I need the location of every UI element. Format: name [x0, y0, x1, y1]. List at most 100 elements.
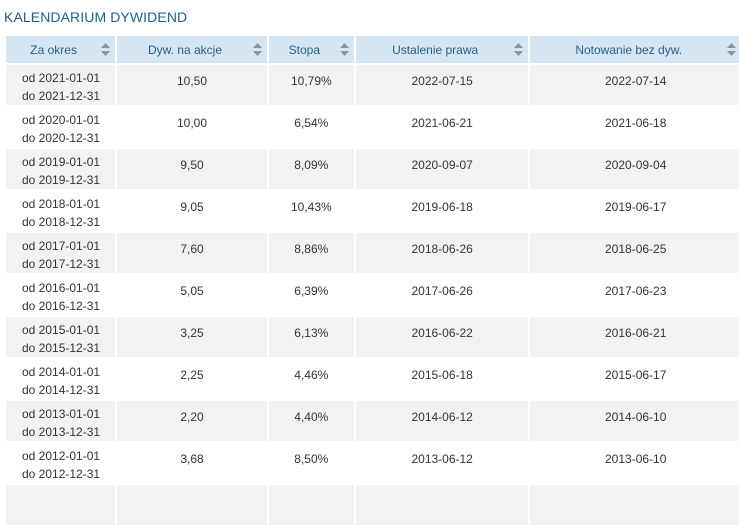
table-row: od 2013-01-01 do 2013-12-31 2,20 4,40% 20…	[6, 401, 739, 441]
column-header-label: Notowanie bez dyw.	[575, 42, 683, 57]
period-to: do 2012-12-31	[22, 467, 101, 481]
record-date-cell: 2020-09-07	[355, 149, 529, 189]
period-cell: od 2021-01-01 do 2021-12-31	[6, 65, 116, 105]
period-to: do 2017-12-31	[22, 257, 101, 271]
yield-value: 6,13%	[294, 326, 329, 340]
record-date-value: 2021-06-21	[411, 116, 473, 130]
column-header-period[interactable]: Za okres	[6, 36, 116, 63]
ex-date-cell: 2020-09-04	[530, 149, 739, 189]
record-date-cell: 2016-06-22	[355, 317, 529, 357]
period-to: do 2021-12-31	[22, 89, 101, 103]
ex-date-cell: 2013-06-10	[530, 443, 739, 483]
dividend-value: 10,50	[176, 74, 208, 88]
ex-date-cell: 2021-06-18	[530, 107, 739, 147]
page-title: KALENDARIUM DYWIDEND	[4, 9, 188, 25]
table-row: od 2021-01-01 do 2021-12-31 10,50 10,79% …	[6, 65, 739, 105]
period-to: do 2019-12-31	[22, 173, 101, 187]
yield-cell: 6,54%	[268, 107, 354, 147]
yield-value: 6,54%	[294, 116, 329, 130]
record-date-value: 2022-07-15	[411, 74, 473, 88]
column-header-label: Stopa	[288, 42, 320, 57]
yield-value: 8,86%	[294, 242, 329, 256]
column-header-yield[interactable]: Stopa	[268, 36, 354, 63]
table-row: od 2017-01-01 do 2017-12-31 7,60 8,86% 20…	[6, 233, 739, 273]
yield-value: 6,39%	[294, 284, 329, 298]
period-to: do 2018-12-31	[22, 215, 101, 229]
dividend-value: 9,50	[180, 158, 204, 172]
period-to: do 2015-12-31	[22, 341, 101, 355]
record-date-cell: 2019-06-18	[355, 191, 529, 231]
ex-date-value: 2022-07-14	[605, 74, 667, 88]
dividend-value: 2,25	[180, 368, 204, 382]
record-date-cell: 2014-06-12	[355, 401, 529, 441]
period-cell: od 2013-01-01 do 2013-12-31	[6, 401, 116, 441]
table-row: od 2016-01-01 do 2016-12-31 5,05 6,39% 20…	[6, 275, 739, 315]
dividend-cell: 3,68	[117, 443, 267, 483]
record-date-cell	[355, 485, 529, 525]
yield-cell: 4,46%	[268, 359, 354, 399]
dividend-cell	[117, 485, 267, 525]
sort-arrows-icon[interactable]	[727, 43, 736, 56]
record-date-value: 2018-06-26	[411, 242, 473, 256]
yield-cell: 10,43%	[268, 191, 354, 231]
sort-arrows-icon[interactable]	[252, 43, 262, 56]
yield-value: 10,43%	[290, 200, 332, 214]
record-date-cell: 2013-06-12	[355, 443, 529, 483]
period-cell: od 2017-01-01 do 2017-12-31	[6, 233, 116, 273]
yield-value: 8,50%	[294, 452, 329, 466]
yield-cell: 4,40%	[268, 401, 354, 441]
period-from: od 2015-01-01	[22, 323, 101, 337]
record-date-cell: 2022-07-15	[355, 65, 529, 105]
record-date-cell: 2017-06-26	[355, 275, 529, 315]
period-cell: od 2015-01-01 do 2015-12-31	[6, 317, 116, 357]
period-from: od 2019-01-01	[22, 155, 101, 169]
table-row: od 2019-01-01 do 2019-12-31 9,50 8,09% 20…	[6, 149, 739, 189]
ex-date-value: 2013-06-10	[605, 452, 667, 466]
sort-arrows-icon[interactable]	[339, 43, 349, 56]
table-row: od 2018-01-01 do 2018-12-31 9,05 10,43% 2…	[6, 191, 739, 231]
sort-arrows-icon[interactable]	[514, 43, 524, 56]
dividend-cell: 7,60	[117, 233, 267, 273]
record-date-value: 2020-09-07	[411, 158, 473, 172]
ex-date-cell: 2016-06-21	[530, 317, 739, 357]
yield-value: 8,09%	[294, 158, 329, 172]
period-from: od 2018-01-01	[22, 197, 101, 211]
period-to: do 2016-12-31	[22, 299, 101, 313]
dividend-cell: 5,05	[117, 275, 267, 315]
column-header-label: Dyw. na akcje	[147, 42, 223, 57]
sort-arrows-icon[interactable]	[101, 43, 111, 56]
record-date-value: 2016-06-22	[411, 326, 473, 340]
dividend-value: 7,60	[180, 242, 204, 256]
period-from: od 2020-01-01	[22, 113, 101, 127]
dividend-cell: 9,50	[117, 149, 267, 189]
table-row: od 2014-01-01 do 2014-12-31 2,25 4,46% 20…	[6, 359, 739, 399]
record-date-cell: 2015-06-18	[355, 359, 529, 399]
ex-date-value: 2021-06-18	[605, 116, 667, 130]
yield-cell: 8,50%	[268, 443, 354, 483]
record-date-value: 2019-06-18	[411, 200, 473, 214]
ex-date-cell: 2014-06-10	[530, 401, 739, 441]
column-header-ex-date[interactable]: Notowanie bez dyw.	[530, 36, 739, 63]
column-header-label: Ustalenie prawa	[392, 42, 479, 57]
table-header-row: Za okres Dyw. na akcje Stopa Ustalenie p…	[6, 36, 739, 63]
period-from: od 2016-01-01	[22, 281, 101, 295]
yield-cell: 6,13%	[268, 317, 354, 357]
yield-value: 10,79%	[290, 74, 332, 88]
period-from: od 2014-01-01	[22, 365, 101, 379]
column-header-record-date[interactable]: Ustalenie prawa	[355, 36, 529, 63]
yield-cell: 6,39%	[268, 275, 354, 315]
dividend-cell: 3,25	[117, 317, 267, 357]
dividend-value: 3,68	[180, 452, 204, 466]
dividend-cell: 9,05	[117, 191, 267, 231]
ex-date-cell	[530, 485, 739, 525]
dividend-value: 5,05	[180, 284, 204, 298]
ex-date-cell: 2019-06-17	[530, 191, 739, 231]
ex-date-value: 2014-06-10	[605, 410, 667, 424]
record-date-value: 2014-06-12	[411, 410, 473, 424]
ex-date-cell: 2017-06-23	[530, 275, 739, 315]
column-header-dividend[interactable]: Dyw. na akcje	[117, 36, 267, 63]
record-date-value: 2017-06-26	[411, 284, 473, 298]
dividend-cell: 2,25	[117, 359, 267, 399]
record-date-value: 2013-06-12	[411, 452, 473, 466]
ex-date-value: 2015-06-17	[605, 368, 667, 382]
